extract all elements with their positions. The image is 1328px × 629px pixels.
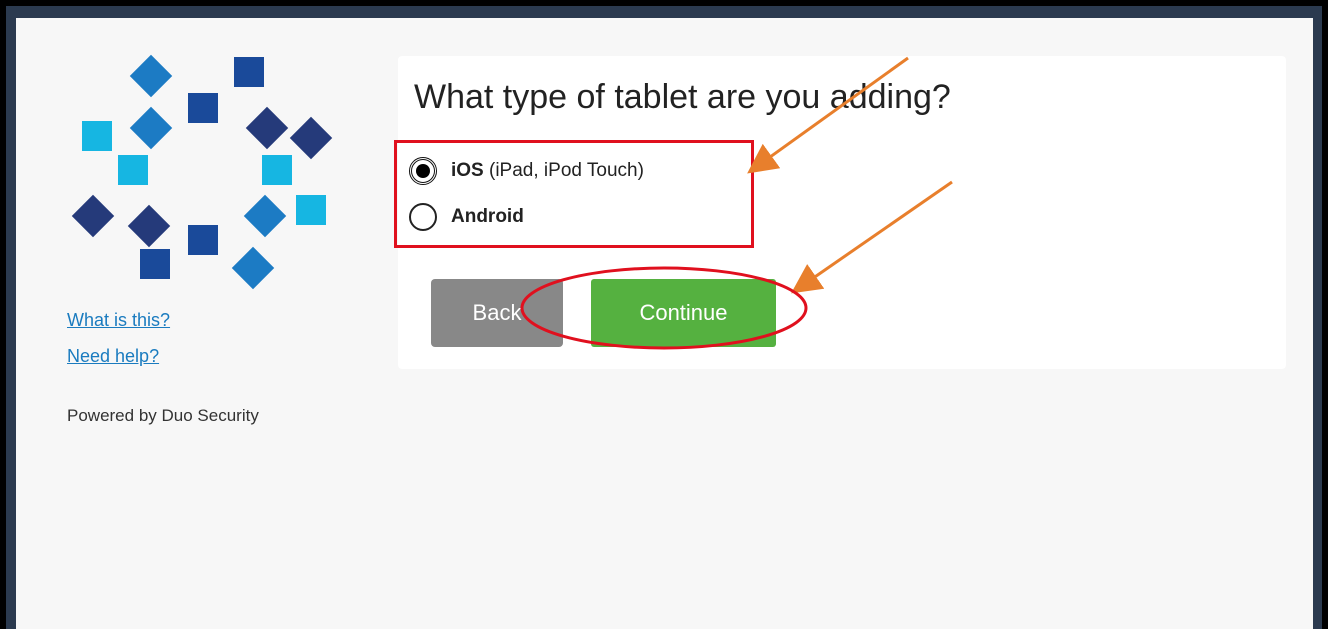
radio-label-android: Android — [451, 206, 524, 227]
page-title: What type of tablet are you adding? — [414, 78, 951, 116]
radio-unchecked-icon[interactable] — [409, 203, 437, 231]
radio-option-ios[interactable]: iOS (iPad, iPod Touch) — [409, 157, 644, 185]
continue-button[interactable]: Continue — [591, 279, 776, 347]
prompt-panel: What is this? Need help? Powered by Duo … — [16, 18, 1313, 629]
radio-option-android[interactable]: Android — [409, 203, 524, 231]
what-is-this-link[interactable]: What is this? — [67, 310, 170, 331]
radio-label-ios: iOS (iPad, iPod Touch) — [451, 160, 644, 181]
back-button[interactable]: Back — [431, 279, 563, 347]
radio-checked-icon[interactable] — [409, 157, 437, 185]
need-help-link[interactable]: Need help? — [67, 346, 159, 367]
powered-by-text: Powered by Duo Security — [67, 406, 259, 425]
window-frame: What is this? Need help? Powered by Duo … — [6, 6, 1322, 629]
device-type-card: What type of tablet are you adding? iOS … — [394, 56, 1286, 369]
duo-logo-icon — [60, 53, 360, 313]
radio-highlight-box: iOS (iPad, iPod Touch) Android — [394, 140, 754, 248]
